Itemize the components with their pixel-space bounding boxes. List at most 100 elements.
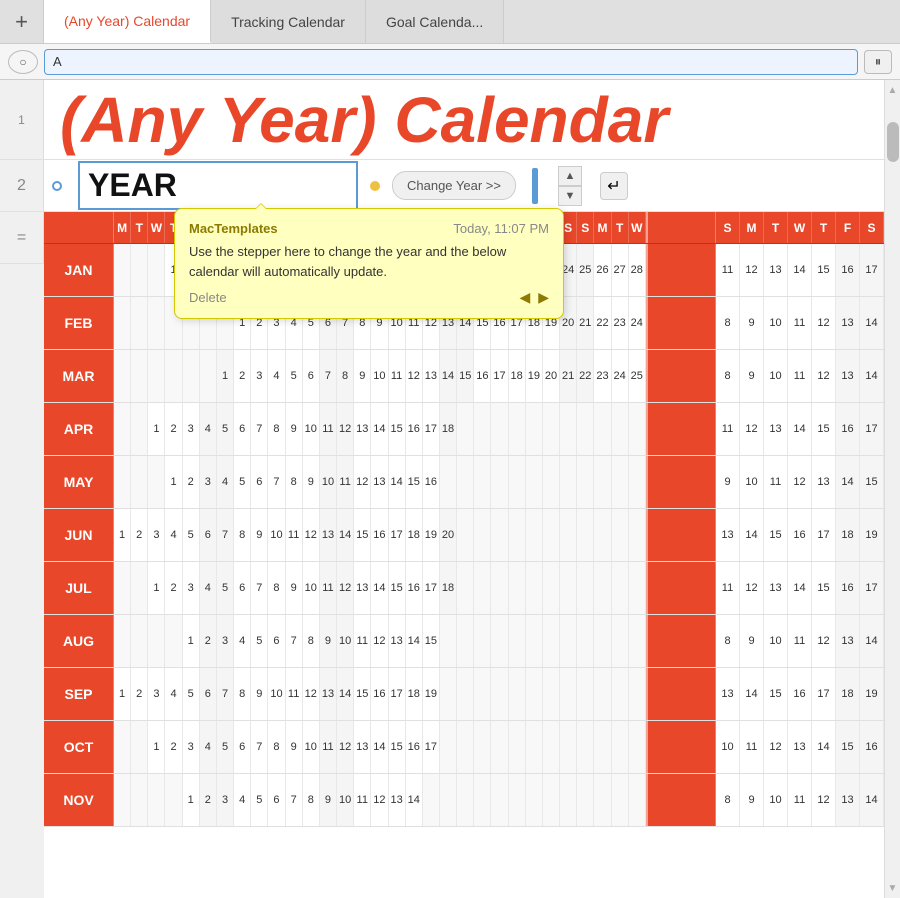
day-cell: 16 [474,350,491,402]
day-cell: 18 [509,350,526,402]
day-cell: 3 [148,509,165,561]
day-cell: 10 [337,615,354,667]
day-cell [629,615,646,667]
day-cell: 2 [165,562,182,614]
extra-day-cell: 13 [836,774,860,826]
extra-day-cell: 13 [764,403,788,455]
extra-day-cell: 14 [788,244,812,296]
day-cell: 16 [371,509,388,561]
extra-day-cell: 8 [716,350,740,402]
day-cell: 6 [268,774,285,826]
day-cell: 14 [337,668,354,720]
extra-day-cell: 17 [860,244,884,296]
day-cell [114,403,131,455]
day-cell [560,456,577,508]
day-cell: 9 [251,509,268,561]
day-cell [491,615,508,667]
extra-day-cell: 17 [860,403,884,455]
day-cell [474,721,491,773]
year-input[interactable] [78,161,358,210]
tab-goal-label: Goal Calenda... [386,14,483,30]
day-cell: 1 [148,403,165,455]
day-cell [560,774,577,826]
calendar-row-oct: OCT1234567891011121314151617101112131415… [44,721,884,774]
extra-day-cell: 12 [788,456,812,508]
calendar-row-may: MAY123456789101112131415169101112131415 [44,456,884,509]
extra-day-cell: 15 [836,721,860,773]
day-cell [440,668,457,720]
day-cell: 20 [543,350,560,402]
scroll-arrow-up[interactable]: ▲ [885,80,900,100]
extra-day-cell: 10 [764,774,788,826]
header-day-1: T [131,212,148,243]
extra-day-cell: 11 [788,350,812,402]
day-cell: 1 [183,615,200,667]
day-cell: 14 [406,774,423,826]
scroll-arrow-down[interactable]: ▼ [885,878,900,898]
year-border-accent [532,168,538,204]
calendar-row-nov: NOV1234567891011121314891011121314 [44,774,884,827]
day-cell: 2 [234,350,251,402]
day-cell [491,403,508,455]
day-cell: 7 [251,403,268,455]
pause-button[interactable]: ⏸ [864,50,892,74]
day-cell [131,297,148,349]
change-year-button[interactable]: Change Year >> [392,171,516,200]
day-cell [423,774,440,826]
day-cell [509,456,526,508]
extra-day-cell: 16 [836,562,860,614]
header-day2-3: W [788,212,812,243]
extra-day-cell: 13 [836,350,860,402]
tooltip-time: Today, 11:07 PM [453,221,549,236]
extra-day-cell: 10 [716,721,740,773]
month-label-jun: JUN [44,509,114,561]
day-cell: 9 [303,456,320,508]
scroll-thumb[interactable] [887,122,899,162]
day-cell: 10 [303,562,320,614]
extra-day-cell: 11 [764,456,788,508]
day-cell: 24 [629,297,646,349]
extra-days-section: 11121314151617 [716,244,884,296]
day-cell: 4 [234,615,251,667]
add-tab-button[interactable]: + [0,0,44,43]
second-section-month [646,456,716,508]
extra-day-cell: 11 [716,403,740,455]
day-cell: 5 [217,403,234,455]
day-cell [629,668,646,720]
day-cell: 12 [303,668,320,720]
day-cell: 1 [217,350,234,402]
tab-goal-calendar[interactable]: Goal Calenda... [366,0,504,43]
day-cell [114,244,131,296]
days-section-nov: 1234567891011121314 [114,774,646,826]
tooltip-next-button[interactable]: ▶ [538,289,549,306]
tooltip-prev-button[interactable]: ◀ [519,289,530,306]
month-label-jan: JAN [44,244,114,296]
scroll-up-button[interactable]: ▲ [558,166,582,186]
day-cell [131,456,148,508]
day-cell [543,456,560,508]
extra-day-cell: 12 [812,297,836,349]
extra-days-section: 9101112131415 [716,456,884,508]
scroll-down-button[interactable]: ▼ [558,186,582,206]
day-cell [577,615,594,667]
row-equals-icon[interactable]: = [0,212,44,264]
second-section-month [646,774,716,826]
enter-button[interactable]: ↵ [600,172,628,200]
day-cell [629,562,646,614]
tab-any-year-calendar[interactable]: (Any Year) Calendar [44,0,211,43]
extra-day-cell: 13 [764,562,788,614]
day-cell: 16 [406,562,423,614]
tab-tracking-calendar[interactable]: Tracking Calendar [211,0,366,43]
day-cell [114,456,131,508]
day-cell: 1 [148,721,165,773]
day-cell: 8 [286,456,303,508]
day-cell [457,774,474,826]
right-scrollbar[interactable]: ▲ ▼ [884,80,900,898]
calendar-row-jul: JUL1234567891011121314151617181112131415… [44,562,884,615]
extra-day-cell: 14 [812,721,836,773]
day-cell: 4 [200,403,217,455]
formula-input[interactable] [44,49,858,75]
day-cell [560,562,577,614]
second-section-month [646,244,716,296]
tooltip-delete-button[interactable]: Delete [189,290,227,305]
